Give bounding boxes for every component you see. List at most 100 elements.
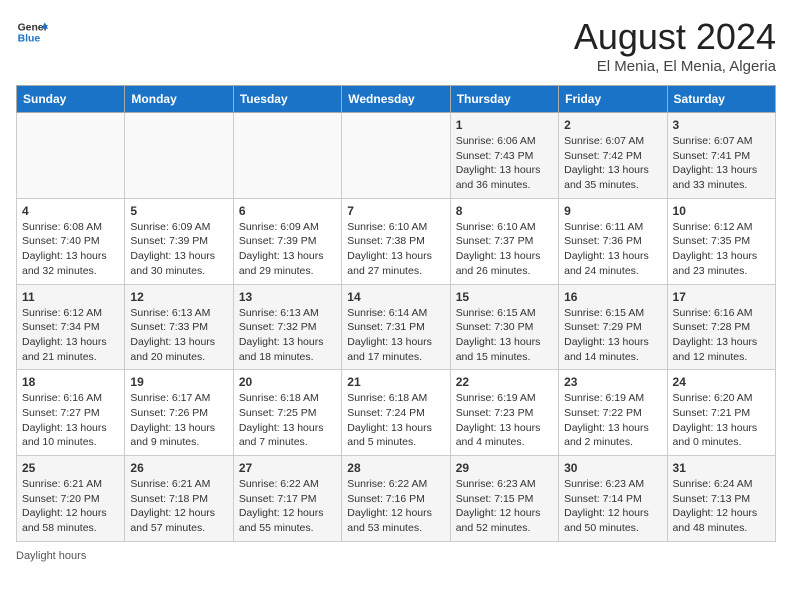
day-cell: 20 Sunrise: 6:18 AM Sunset: 7:25 PM Dayli… (233, 370, 341, 456)
day-number: 20 (239, 375, 336, 389)
day-number: 2 (564, 118, 661, 132)
header-cell-saturday: Saturday (667, 86, 775, 113)
logo: General Blue (16, 16, 48, 48)
day-cell: 14 Sunrise: 6:14 AM Sunset: 7:31 PM Dayli… (342, 284, 450, 370)
day-number: 26 (130, 461, 227, 475)
day-cell (342, 113, 450, 199)
day-number: 10 (673, 204, 770, 218)
day-cell (233, 113, 341, 199)
day-info: Sunrise: 6:24 AM Sunset: 7:13 PM Dayligh… (673, 477, 770, 536)
day-info: Sunrise: 6:19 AM Sunset: 7:22 PM Dayligh… (564, 391, 661, 450)
header: General Blue August 2024 El Menia, El Me… (16, 16, 776, 75)
day-info: Sunrise: 6:19 AM Sunset: 7:23 PM Dayligh… (456, 391, 553, 450)
day-cell (125, 113, 233, 199)
day-cell: 3 Sunrise: 6:07 AM Sunset: 7:41 PM Daylig… (667, 113, 775, 199)
header-cell-tuesday: Tuesday (233, 86, 341, 113)
day-number: 25 (22, 461, 119, 475)
day-info: Sunrise: 6:07 AM Sunset: 7:42 PM Dayligh… (564, 134, 661, 193)
day-number: 14 (347, 290, 444, 304)
day-info: Sunrise: 6:16 AM Sunset: 7:27 PM Dayligh… (22, 391, 119, 450)
day-number: 13 (239, 290, 336, 304)
day-cell: 25 Sunrise: 6:21 AM Sunset: 7:20 PM Dayli… (17, 456, 125, 542)
day-number: 11 (22, 290, 119, 304)
day-cell: 30 Sunrise: 6:23 AM Sunset: 7:14 PM Dayli… (559, 456, 667, 542)
header-cell-thursday: Thursday (450, 86, 558, 113)
day-cell: 16 Sunrise: 6:15 AM Sunset: 7:29 PM Dayli… (559, 284, 667, 370)
day-number: 1 (456, 118, 553, 132)
day-cell: 27 Sunrise: 6:22 AM Sunset: 7:17 PM Dayli… (233, 456, 341, 542)
day-info: Sunrise: 6:06 AM Sunset: 7:43 PM Dayligh… (456, 134, 553, 193)
header-row: SundayMondayTuesdayWednesdayThursdayFrid… (17, 86, 776, 113)
day-info: Sunrise: 6:21 AM Sunset: 7:18 PM Dayligh… (130, 477, 227, 536)
day-info: Sunrise: 6:23 AM Sunset: 7:14 PM Dayligh… (564, 477, 661, 536)
day-info: Sunrise: 6:07 AM Sunset: 7:41 PM Dayligh… (673, 134, 770, 193)
page-title: August 2024 (574, 16, 776, 58)
day-number: 7 (347, 204, 444, 218)
day-info: Sunrise: 6:15 AM Sunset: 7:29 PM Dayligh… (564, 306, 661, 365)
day-info: Sunrise: 6:12 AM Sunset: 7:34 PM Dayligh… (22, 306, 119, 365)
day-info: Sunrise: 6:09 AM Sunset: 7:39 PM Dayligh… (130, 220, 227, 279)
day-cell: 29 Sunrise: 6:23 AM Sunset: 7:15 PM Dayli… (450, 456, 558, 542)
day-number: 5 (130, 204, 227, 218)
day-cell: 11 Sunrise: 6:12 AM Sunset: 7:34 PM Dayli… (17, 284, 125, 370)
day-cell: 13Sunrise: 6:13 AM Sunset: 7:32 PM Dayli… (233, 284, 341, 370)
day-number: 17 (673, 290, 770, 304)
week-row-4: 18 Sunrise: 6:16 AM Sunset: 7:27 PM Dayli… (17, 370, 776, 456)
day-number: 16 (564, 290, 661, 304)
day-info: Sunrise: 6:12 AM Sunset: 7:35 PM Dayligh… (673, 220, 770, 279)
day-cell: 2 Sunrise: 6:07 AM Sunset: 7:42 PM Daylig… (559, 113, 667, 199)
header-cell-friday: Friday (559, 86, 667, 113)
header-cell-sunday: Sunday (17, 86, 125, 113)
day-cell: 21Sunrise: 6:18 AM Sunset: 7:24 PM Dayli… (342, 370, 450, 456)
week-row-1: 1 Sunrise: 6:06 AM Sunset: 7:43 PM Daylig… (17, 113, 776, 199)
day-info: Sunrise: 6:22 AM Sunset: 7:17 PM Dayligh… (239, 477, 336, 536)
day-number: 21 (347, 375, 444, 389)
day-cell: 22 Sunrise: 6:19 AM Sunset: 7:23 PM Dayli… (450, 370, 558, 456)
day-info: Sunrise: 6:08 AM Sunset: 7:40 PM Dayligh… (22, 220, 119, 279)
day-cell: 18 Sunrise: 6:16 AM Sunset: 7:27 PM Dayli… (17, 370, 125, 456)
day-number: 8 (456, 204, 553, 218)
day-number: 28 (347, 461, 444, 475)
day-number: 22 (456, 375, 553, 389)
page-subtitle: El Menia, El Menia, Algeria (574, 58, 776, 75)
footer-note: Daylight hours (16, 550, 776, 562)
day-info: Sunrise: 6:11 AM Sunset: 7:36 PM Dayligh… (564, 220, 661, 279)
day-info: Sunrise: 6:14 AM Sunset: 7:31 PM Dayligh… (347, 306, 444, 365)
day-number: 29 (456, 461, 553, 475)
day-number: 15 (456, 290, 553, 304)
day-info: Sunrise: 6:10 AM Sunset: 7:38 PM Dayligh… (347, 220, 444, 279)
day-cell: 8Sunrise: 6:10 AM Sunset: 7:37 PM Daylig… (450, 198, 558, 284)
day-info: Sunrise: 6:22 AM Sunset: 7:16 PM Dayligh… (347, 477, 444, 536)
day-info: Sunrise: 6:23 AM Sunset: 7:15 PM Dayligh… (456, 477, 553, 536)
day-cell: 12 Sunrise: 6:13 AM Sunset: 7:33 PM Dayli… (125, 284, 233, 370)
day-info: Sunrise: 6:15 AM Sunset: 7:30 PM Dayligh… (456, 306, 553, 365)
day-number: 12 (130, 290, 227, 304)
day-number: 18 (22, 375, 119, 389)
day-number: 27 (239, 461, 336, 475)
day-cell: 31 Sunrise: 6:24 AM Sunset: 7:13 PM Dayli… (667, 456, 775, 542)
day-info: Sunrise: 6:18 AM Sunset: 7:25 PM Dayligh… (239, 391, 336, 450)
day-cell: 10 Sunrise: 6:12 AM Sunset: 7:35 PM Dayli… (667, 198, 775, 284)
week-row-3: 11 Sunrise: 6:12 AM Sunset: 7:34 PM Dayli… (17, 284, 776, 370)
day-info: Sunrise: 6:21 AM Sunset: 7:20 PM Dayligh… (22, 477, 119, 536)
day-info: Sunrise: 6:20 AM Sunset: 7:21 PM Dayligh… (673, 391, 770, 450)
day-info: Sunrise: 6:13 AM Sunset: 7:33 PM Dayligh… (130, 306, 227, 365)
day-number: 31 (673, 461, 770, 475)
day-cell (17, 113, 125, 199)
day-number: 6 (239, 204, 336, 218)
title-block: August 2024 El Menia, El Menia, Algeria (574, 16, 776, 75)
day-cell: 17 Sunrise: 6:16 AM Sunset: 7:28 PM Dayli… (667, 284, 775, 370)
day-cell: 28 Sunrise: 6:22 AM Sunset: 7:16 PM Dayli… (342, 456, 450, 542)
day-cell: 5 Sunrise: 6:09 AM Sunset: 7:39 PM Daylig… (125, 198, 233, 284)
day-cell: 26 Sunrise: 6:21 AM Sunset: 7:18 PM Dayli… (125, 456, 233, 542)
day-number: 30 (564, 461, 661, 475)
day-info: Sunrise: 6:17 AM Sunset: 7:26 PM Dayligh… (130, 391, 227, 450)
day-info: Sunrise: 6:09 AM Sunset: 7:39 PM Dayligh… (239, 220, 336, 279)
week-row-5: 25 Sunrise: 6:21 AM Sunset: 7:20 PM Dayli… (17, 456, 776, 542)
day-number: 19 (130, 375, 227, 389)
day-number: 3 (673, 118, 770, 132)
day-info: Sunrise: 6:16 AM Sunset: 7:28 PM Dayligh… (673, 306, 770, 365)
day-cell: 4Sunrise: 6:08 AM Sunset: 7:40 PM Daylig… (17, 198, 125, 284)
day-number: 23 (564, 375, 661, 389)
day-cell: 15 Sunrise: 6:15 AM Sunset: 7:30 PM Dayli… (450, 284, 558, 370)
